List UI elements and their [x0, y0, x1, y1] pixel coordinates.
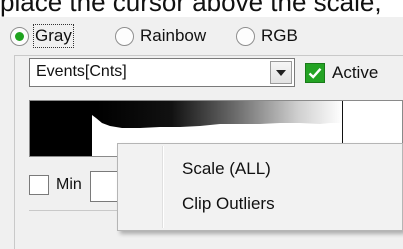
radio-rgb-label[interactable]: RGB — [261, 26, 298, 46]
radio-rainbow[interactable]: Rainbow — [115, 24, 206, 48]
channel-dropdown[interactable]: Events[Cnts] — [29, 58, 295, 87]
color-scale-panel: Gray Rainbow RGB Events[Cnts] Active Min… — [0, 17, 403, 249]
dropdown-button[interactable] — [270, 61, 292, 84]
min-checkbox-label: Min — [56, 176, 82, 193]
min-checkbox[interactable] — [29, 175, 49, 195]
active-checkbox-label: Active — [332, 62, 379, 82]
active-checkbox[interactable]: Active — [305, 59, 378, 86]
radio-rainbow-indicator[interactable] — [115, 26, 134, 46]
radio-gray-indicator[interactable] — [10, 26, 29, 46]
checkmark-icon — [308, 67, 322, 79]
color-mode-radio-group: Gray Rainbow RGB — [0, 17, 403, 53]
active-checkbox-box[interactable] — [305, 62, 325, 83]
channel-dropdown-value: Events[Cnts] — [36, 63, 127, 80]
chevron-down-icon — [276, 69, 286, 76]
radio-rgb-indicator[interactable] — [236, 26, 255, 46]
menu-icon-gutter — [162, 146, 164, 228]
scale-context-menu: Scale (ALL) Clip Outliers — [117, 143, 403, 231]
radio-gray-label[interactable]: Gray — [33, 24, 74, 48]
menu-item-clip-outliers[interactable]: Clip Outliers — [182, 194, 275, 214]
radio-rainbow-label[interactable]: Rainbow — [140, 26, 206, 46]
radio-gray[interactable]: Gray — [10, 24, 74, 48]
radio-rgb[interactable]: RGB — [236, 24, 298, 48]
instruction-caption: place the cursor above the scale, — [0, 0, 403, 17]
caption-text: place the cursor above the scale, — [0, 0, 382, 17]
menu-item-scale-all[interactable]: Scale (ALL) — [182, 159, 271, 179]
